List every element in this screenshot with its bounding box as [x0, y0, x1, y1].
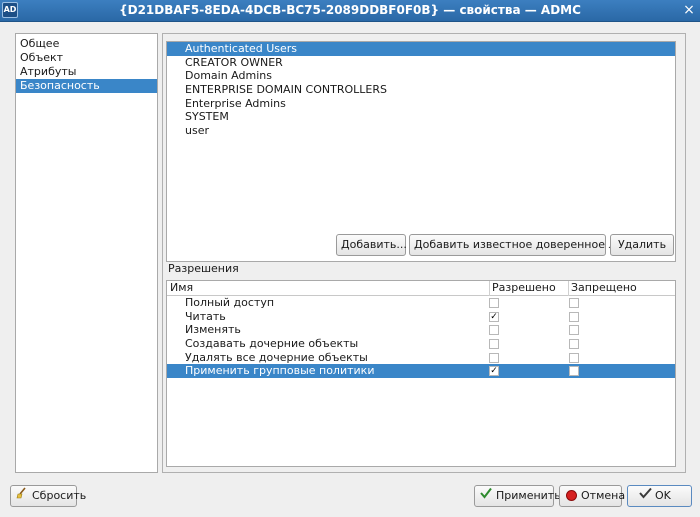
allowed-checkbox[interactable]: [489, 339, 499, 350]
permissions-rows: Полный доступ Читать ✓ Изменять Создавать до…: [167, 296, 675, 379]
broom-icon: [15, 486, 29, 506]
ok-button[interactable]: OK: [627, 485, 692, 507]
trustee-item[interactable]: user: [167, 124, 675, 138]
trustee-item[interactable]: ENTERPRISE DOMAIN CONTROLLERS: [167, 83, 675, 97]
denied-checkbox[interactable]: [569, 325, 579, 336]
permission-row[interactable]: Полный доступ: [167, 296, 675, 310]
denied-checkbox[interactable]: [569, 311, 579, 322]
trustee-item[interactable]: CREATOR OWNER: [167, 56, 675, 70]
permissions-table: Имя Разрешено Запрещено Полный доступ Чит…: [166, 280, 676, 467]
permission-row[interactable]: Изменять: [167, 323, 675, 337]
apply-button[interactable]: Применить: [474, 485, 561, 507]
ok-button-label: OK: [655, 489, 671, 502]
trustee-list: Authenticated Users CREATOR OWNER Domain…: [166, 41, 676, 262]
nav-item-attributes[interactable]: Атрибуты: [16, 65, 157, 79]
properties-nav-list: Общее Объект Атрибуты Безопасность: [15, 33, 158, 473]
add-well-known-trustee-button[interactable]: Добавить известное доверенное лицо...: [409, 234, 647, 256]
allowed-checkbox[interactable]: ✓: [489, 366, 499, 377]
checkmark-icon: ✓: [490, 366, 498, 377]
nav-item-object[interactable]: Объект: [16, 51, 157, 65]
denied-checkbox[interactable]: [569, 339, 579, 350]
permission-row[interactable]: Применить групповые политики ✓: [167, 364, 675, 379]
permission-name: Полный доступ: [185, 296, 275, 309]
permission-row[interactable]: Создавать дочерние объекты: [167, 337, 675, 351]
allowed-checkbox[interactable]: [489, 325, 499, 336]
permission-row[interactable]: Читать ✓: [167, 310, 675, 324]
cancel-icon: [564, 486, 578, 506]
column-header-name[interactable]: Имя: [170, 281, 193, 295]
trustee-item[interactable]: Authenticated Users: [167, 42, 675, 56]
title-bar: AD {D21DBAF5-8EDA-4DCB-BC75-2089DDBF0F0B…: [0, 0, 700, 22]
permission-name: Применить групповые политики: [185, 364, 375, 378]
denied-checkbox[interactable]: [569, 298, 579, 308]
denied-checkbox[interactable]: [569, 366, 579, 377]
denied-checkbox[interactable]: [569, 352, 579, 363]
permission-row[interactable]: Удалять все дочерние объекты: [167, 351, 675, 365]
cancel-button-label: Отмена: [581, 489, 626, 502]
security-panel: Authenticated Users CREATOR OWNER Domain…: [162, 33, 686, 473]
allowed-checkbox[interactable]: [489, 298, 499, 308]
reset-button[interactable]: Сбросить: [10, 485, 86, 507]
reset-button-label: Сбросить: [32, 489, 87, 502]
window-title: {D21DBAF5-8EDA-4DCB-BC75-2089DDBF0F0B} —…: [119, 3, 581, 17]
ok-icon: [638, 486, 652, 506]
add-trustee-button[interactable]: Добавить...: [336, 234, 407, 256]
permissions-header: Имя Разрешено Запрещено: [167, 281, 675, 296]
remove-trustee-button[interactable]: Удалить: [610, 234, 674, 256]
permission-name: Изменять: [185, 323, 241, 337]
permission-name: Создавать дочерние объекты: [185, 337, 359, 351]
allowed-checkbox[interactable]: ✓: [489, 311, 499, 322]
check-icon: [479, 486, 493, 506]
cancel-button[interactable]: Отмена: [559, 485, 626, 507]
apply-button-label: Применить: [496, 489, 561, 502]
trustee-item[interactable]: SYSTEM: [167, 110, 675, 124]
permission-name: Читать: [185, 309, 226, 323]
permission-name: Удалять все дочерние объекты: [185, 350, 368, 364]
allowed-checkbox[interactable]: [489, 352, 499, 363]
nav-item-general[interactable]: Общее: [16, 37, 157, 51]
column-header-allowed[interactable]: Разрешено: [489, 281, 556, 296]
close-icon[interactable]: ×: [681, 3, 697, 19]
permissions-label: Разрешения: [168, 262, 239, 275]
trustee-item[interactable]: Domain Admins: [167, 69, 675, 83]
trustee-item[interactable]: Enterprise Admins: [167, 97, 675, 111]
checkmark-icon: ✓: [490, 311, 498, 322]
column-header-denied[interactable]: Запрещено: [568, 281, 637, 296]
nav-item-security[interactable]: Безопасность: [16, 79, 157, 93]
